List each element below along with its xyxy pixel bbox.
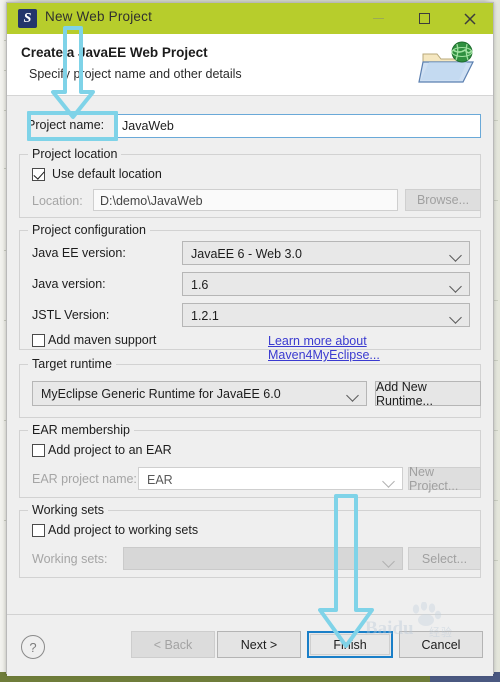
add-project-to-ear-label: Add project to an EAR (48, 443, 172, 457)
add-maven-support-label: Add maven support (48, 333, 157, 347)
working-sets-select (123, 547, 403, 570)
use-default-location-checkbox[interactable]: Use default location (32, 167, 162, 181)
paw-icon (409, 601, 443, 633)
myeclipse-logo-icon: S (18, 9, 37, 28)
cancel-button[interactable]: Cancel (399, 631, 483, 658)
project-location-group: Project location Use default location Lo… (19, 147, 481, 218)
next-label: Next > (240, 637, 278, 652)
java-version-value: 1.6 (191, 278, 209, 292)
location-label: Location: (32, 194, 83, 208)
java-version-label: Java version: (32, 277, 106, 291)
location-input: D:\demo\JavaWeb (93, 189, 398, 211)
add-project-to-working-sets-label: Add project to working sets (48, 523, 199, 537)
target-runtime-legend: Target runtime (28, 357, 116, 371)
next-button[interactable]: Next > (217, 631, 301, 658)
project-location-legend: Project location (28, 147, 122, 161)
close-icon[interactable] (447, 3, 493, 34)
java-version-select[interactable]: 1.6 (182, 272, 470, 296)
new-web-project-dialog: S New Web Project Create a JavaEE Web Pr… (6, 2, 494, 676)
working-sets-group: Working sets Add project to working sets… (19, 503, 481, 578)
location-value: D:\demo\JavaWeb (100, 194, 203, 208)
browse-button: Browse... (405, 189, 481, 211)
cancel-label: Cancel (421, 637, 461, 652)
working-sets-legend: Working sets (28, 503, 109, 517)
jstl-version-value: 1.2.1 (191, 309, 219, 323)
back-button: < Back (131, 631, 215, 658)
add-project-to-working-sets-checkbox[interactable]: Add project to working sets (32, 523, 198, 537)
project-name-value: JavaWeb (122, 119, 174, 133)
add-project-to-ear-checkbox[interactable]: Add project to an EAR (32, 443, 172, 457)
browse-label: Browse... (416, 193, 470, 207)
dialog-header: Create a JavaEE Web Project Specify proj… (7, 34, 493, 96)
new-project-label: New Project... (409, 464, 459, 493)
project-name-row: Project name: JavaWeb (19, 111, 481, 141)
target-runtime-select[interactable]: MyEclipse Generic Runtime for JavaEE 6.0 (32, 381, 367, 406)
project-name-input[interactable]: JavaWeb (114, 114, 481, 138)
maven-learn-more-link[interactable]: Learn more about Maven4MyEclipse... (268, 334, 480, 362)
select-button: Select... (408, 547, 481, 570)
ear-membership-legend: EAR membership (28, 423, 134, 437)
project-configuration-legend: Project configuration (28, 223, 150, 237)
window-title: New Web Project (45, 9, 153, 24)
ear-project-name-value: EAR (147, 473, 173, 487)
dialog-footer: ? < Back Next > Finish Cancel Baidu 经验 (7, 601, 493, 676)
ear-membership-group: EAR membership Add project to an EAR EAR… (19, 423, 481, 498)
chevron-down-icon (382, 475, 395, 488)
new-project-button: New Project... (408, 464, 481, 493)
chevron-down-icon (346, 389, 359, 402)
maximize-button[interactable] (401, 3, 447, 34)
chevron-down-icon (382, 555, 395, 568)
javaee-version-label: Java EE version: (32, 246, 126, 260)
finish-button[interactable]: Finish (307, 631, 393, 658)
select-label: Select... (421, 551, 468, 566)
ear-project-name-select: EAR (138, 467, 403, 490)
add-new-runtime-button[interactable]: Add New Runtime... (375, 379, 481, 408)
help-icon[interactable]: ? (21, 635, 45, 659)
ear-project-name-label: EAR project name: (32, 472, 137, 486)
project-configuration-group: Project configuration Java EE version: J… (19, 223, 481, 362)
chevron-down-icon (449, 249, 462, 262)
finish-label: Finish (333, 637, 367, 652)
target-runtime-group: Target runtime MyEclipse Generic Runtime… (19, 357, 481, 418)
use-default-location-label: Use default location (52, 167, 162, 181)
back-label: < Back (153, 637, 193, 652)
chevron-down-icon (449, 311, 462, 324)
window-controls (355, 3, 493, 34)
javaee-version-select[interactable]: JavaEE 6 - Web 3.0 (182, 241, 470, 265)
javaee-version-value: JavaEE 6 - Web 3.0 (191, 247, 302, 261)
chevron-down-icon (449, 280, 462, 293)
dialog-body: Project name: JavaWeb Project location U… (7, 96, 493, 676)
target-runtime-value: MyEclipse Generic Runtime for JavaEE 6.0 (41, 387, 281, 401)
title-bar: S New Web Project (7, 3, 493, 34)
minimize-button[interactable] (355, 3, 401, 34)
add-maven-support-checkbox[interactable]: Add maven support (32, 333, 156, 347)
jstl-version-select[interactable]: 1.2.1 (182, 303, 470, 327)
project-name-highlight-box (27, 111, 118, 141)
jstl-version-label: JSTL Version: (32, 308, 110, 322)
working-sets-label: Working sets: (32, 552, 108, 566)
page-subtitle: Specify project name and other details (29, 67, 242, 81)
web-project-folder-globe-icon (417, 40, 479, 90)
help-label: ? (29, 639, 37, 655)
page-title: Create a JavaEE Web Project (21, 45, 208, 60)
add-new-runtime-label: Add New Runtime... (376, 379, 433, 408)
